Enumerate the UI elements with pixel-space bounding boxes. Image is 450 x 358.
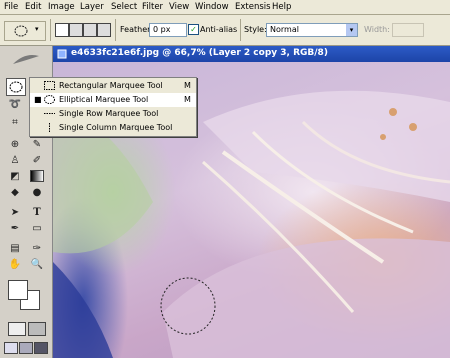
brush-tool[interactable]: ✎: [28, 136, 46, 152]
history-brush-tool[interactable]: ✐: [28, 152, 46, 168]
selected-bullet-icon: ■: [34, 95, 42, 104]
standard-mode-button[interactable]: [8, 322, 26, 336]
notes-tool[interactable]: ▤: [6, 240, 24, 256]
document-icon: [57, 49, 67, 59]
clone-stamp-tool[interactable]: ♙: [6, 152, 24, 168]
divider: [115, 19, 116, 41]
shape-tool[interactable]: ▭: [28, 220, 46, 236]
menu-help[interactable]: Help: [272, 2, 291, 12]
intersect-selection-button[interactable]: [97, 23, 111, 37]
gradient-tool[interactable]: [28, 168, 46, 184]
menu-bar: File Edit Image Layer Select Filter View…: [0, 0, 450, 15]
menu-window[interactable]: Window: [195, 2, 229, 12]
options-bar: ▾ Feather: 0 px ✓ Anti-alias Style: Norm…: [0, 15, 450, 46]
eyedropper-tool[interactable]: ✑: [28, 240, 46, 256]
new-selection-button[interactable]: [55, 23, 69, 37]
menu-select[interactable]: Select: [111, 2, 137, 12]
screen-mode-full-menu-button[interactable]: [19, 342, 33, 354]
marquee-tool-flyout: Rectangular Marquee Tool M ■ Elliptical …: [29, 77, 197, 137]
width-input[interactable]: [392, 23, 424, 37]
pen-tool[interactable]: ✒: [6, 220, 24, 236]
menu-edit[interactable]: Edit: [25, 2, 41, 12]
menu-view[interactable]: View: [169, 2, 189, 12]
document-title-bar[interactable]: e4633fc21e6f.jpg @ 66,7% (Layer 2 copy 3…: [53, 46, 450, 62]
menu-filter[interactable]: Filter: [142, 2, 163, 12]
document-title: e4633fc21e6f.jpg @ 66,7% (Layer 2 copy 3…: [71, 48, 328, 58]
dodge-tool[interactable]: ●: [28, 184, 46, 200]
marquee-tool[interactable]: [6, 78, 26, 96]
chevron-down-icon: ▾: [35, 25, 39, 33]
antialias-label: Anti-alias: [200, 25, 238, 34]
quick-mask-button[interactable]: [28, 322, 46, 336]
feather-logo-icon: [13, 55, 39, 64]
tool-preset-picker[interactable]: ▾: [4, 21, 46, 41]
menu-extensis[interactable]: Extensis: [235, 2, 271, 12]
screen-mode-standard-button[interactable]: [4, 342, 18, 354]
flyout-item-single-column-marquee[interactable]: Single Column Marquee Tool: [30, 121, 196, 135]
style-label: Style:: [244, 25, 267, 34]
path-selection-tool[interactable]: ➤: [6, 204, 24, 220]
zoom-tool[interactable]: 🔍: [28, 256, 46, 272]
flyout-item-single-row-marquee[interactable]: Single Row Marquee Tool: [30, 107, 196, 121]
divider: [240, 19, 241, 41]
menu-layer[interactable]: Layer: [80, 2, 104, 12]
hand-tool[interactable]: ✋: [6, 256, 24, 272]
flyout-item-rectangular-marquee[interactable]: Rectangular Marquee Tool M: [30, 79, 196, 93]
single-row-marquee-icon: [44, 113, 55, 114]
blur-tool[interactable]: ◆: [6, 184, 24, 200]
add-selection-button[interactable]: [69, 23, 83, 37]
healing-brush-tool[interactable]: ⊕: [6, 136, 24, 152]
menu-file[interactable]: File: [4, 2, 18, 12]
menu-image[interactable]: Image: [48, 2, 75, 12]
rectangle-marquee-icon: [44, 81, 55, 90]
crop-tool[interactable]: ⌗: [6, 114, 24, 130]
ellipse-marquee-icon: [14, 25, 28, 37]
foreground-color-swatch[interactable]: [8, 280, 28, 300]
ellipse-marquee-icon: [44, 95, 55, 104]
antialias-checkbox[interactable]: ✓: [188, 24, 199, 35]
width-label: Width:: [364, 25, 390, 34]
style-select[interactable]: Normal ▾: [266, 23, 358, 37]
flyout-item-elliptical-marquee[interactable]: ■ Elliptical Marquee Tool M: [30, 93, 196, 107]
subtract-selection-button[interactable]: [83, 23, 97, 37]
toolbox-header: [0, 46, 52, 74]
eraser-tool[interactable]: ◩: [6, 168, 24, 184]
lasso-tool[interactable]: ➰: [6, 96, 24, 112]
ellipse-marquee-icon: [9, 81, 23, 93]
chevron-down-icon[interactable]: ▾: [346, 24, 357, 36]
single-column-marquee-icon: [49, 123, 50, 132]
screen-mode-full-button[interactable]: [34, 342, 48, 354]
divider: [50, 19, 51, 41]
feather-input[interactable]: 0 px: [149, 23, 187, 37]
type-tool[interactable]: T: [28, 204, 46, 220]
